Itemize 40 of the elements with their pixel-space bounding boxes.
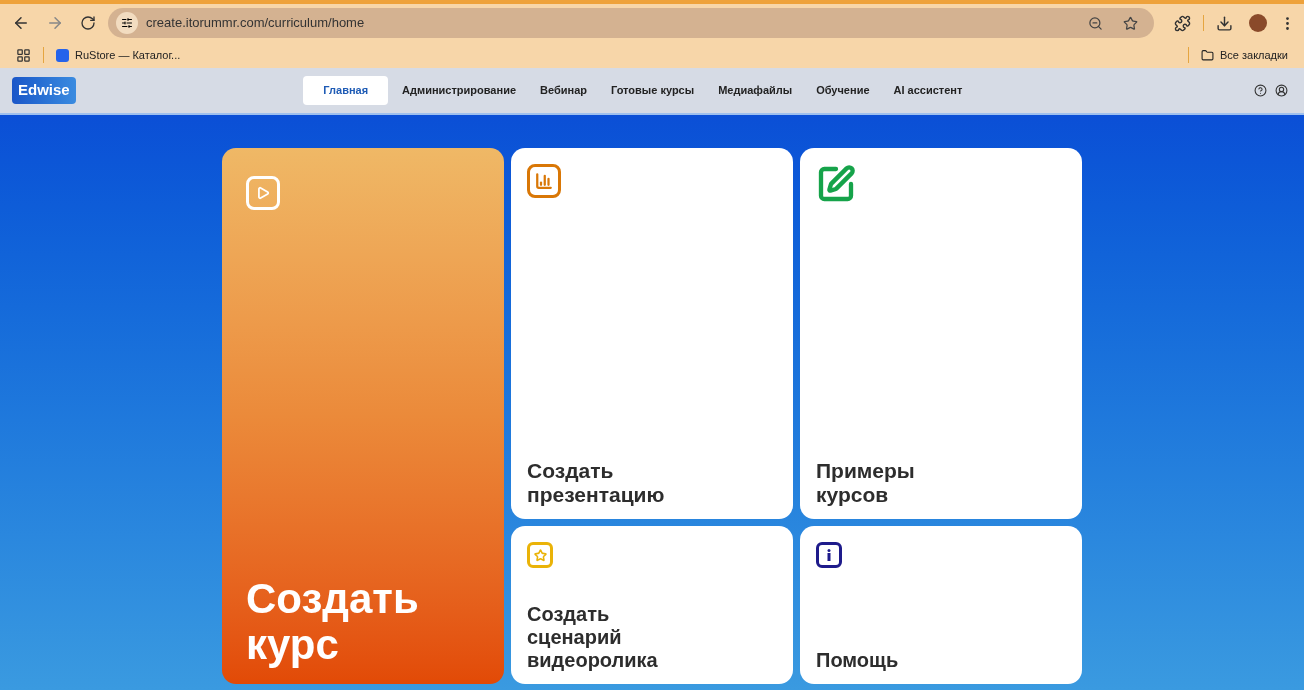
all-bookmarks-link[interactable]: Все закладки: [1200, 46, 1288, 64]
download-icon[interactable]: [1216, 14, 1233, 32]
card[interactable]: Создать сценарий видеоролика: [511, 526, 793, 684]
nav-tab[interactable]: Обучение: [806, 76, 880, 105]
user-icon[interactable]: [1275, 84, 1288, 97]
site-settings-icon[interactable]: [116, 12, 138, 34]
nav-tab[interactable]: Вебинар: [530, 76, 597, 105]
address-bar[interactable]: create.itorummr.com/curriculum/home: [108, 8, 1154, 38]
nav-tab[interactable]: Готовые курсы: [601, 76, 705, 105]
bookmark-link[interactable]: RuStore — Каталог...: [56, 46, 181, 64]
edit-icon: [816, 164, 856, 204]
card[interactable]: Создать презентацию: [511, 148, 793, 519]
nav-tab[interactable]: Главная: [303, 76, 389, 105]
nav-tab[interactable]: Администрирование: [392, 76, 526, 105]
folder-icon: [1200, 48, 1214, 62]
card-title: Создать сценарий видеоролика: [527, 603, 659, 672]
logo[interactable]: Edwise: [12, 77, 76, 104]
apps-icon[interactable]: [16, 47, 31, 63]
bar-chart-icon: [527, 164, 561, 198]
help-icon[interactable]: [1254, 84, 1267, 97]
card-title: Создать презентацию: [527, 459, 666, 507]
zoom-icon[interactable]: [1088, 15, 1103, 31]
back-icon[interactable]: [12, 14, 30, 32]
url-text: create.itorummr.com/curriculum/home: [146, 14, 366, 33]
info-icon: [816, 542, 842, 568]
forward-icon[interactable]: [46, 14, 64, 32]
card[interactable]: Помощь: [800, 526, 1082, 684]
play-icon: [246, 176, 280, 210]
card-title: Создать курс: [246, 576, 420, 668]
reload-icon[interactable]: [80, 15, 96, 31]
card-title: Примеры курсов: [816, 459, 916, 507]
nav-tab[interactable]: AI ассистент: [883, 76, 973, 105]
avatar[interactable]: [1249, 14, 1267, 32]
store-icon: [56, 48, 69, 62]
card[interactable]: Создать курс: [222, 148, 504, 684]
nav-tab[interactable]: Медиафайлы: [708, 76, 803, 105]
extensions-icon[interactable]: [1174, 14, 1191, 32]
card[interactable]: Примеры курсов: [800, 148, 1082, 519]
card-title: Помощь: [816, 649, 900, 672]
bookmark-star-icon[interactable]: [1123, 15, 1138, 31]
